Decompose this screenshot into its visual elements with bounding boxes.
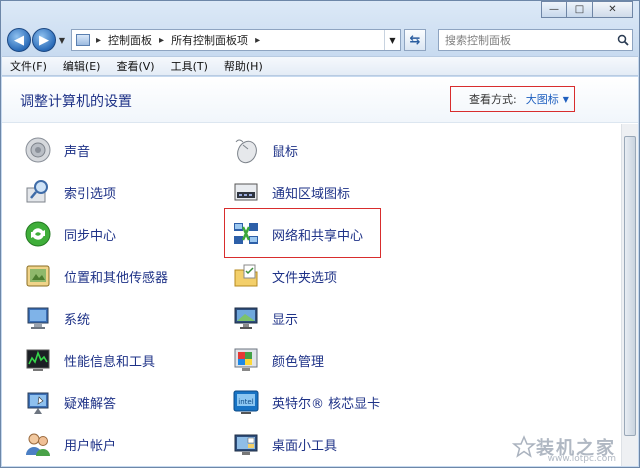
troubleshoot-icon [22,386,54,418]
menu-view[interactable]: 查看(V) [116,58,154,74]
sensor-icon [22,260,54,292]
content-area: 调整计算机的设置 查看方式: 大图标 ▼ 声音 索引选项 同步中心 位置和其他传… [2,77,638,466]
sync-icon [22,218,54,250]
item-label: 位置和其他传感器 [64,270,169,286]
item-notification-icons[interactable]: 通知区域图标 [230,175,350,209]
menu-tools[interactable]: 工具(T) [171,58,208,74]
minimize-button[interactable]: — [541,1,567,18]
folder-options-icon [230,260,262,292]
page-title: 调整计算机的设置 [20,94,132,110]
item-label: 用户帐户 [64,438,117,454]
recent-pages-dropdown[interactable]: ▼ [57,36,67,45]
maximize-button[interactable]: □ [567,1,593,18]
item-label: 鼠标 [272,144,299,160]
search-icon[interactable] [614,34,632,46]
menu-edit[interactable]: 编辑(E) [63,58,101,74]
content-header: 调整计算机的设置 查看方式: 大图标 ▼ [2,77,638,123]
watermark-url: www.lotpc.com [547,454,616,464]
item-indexing-options[interactable]: 索引选项 [22,175,116,209]
chevron-right-icon[interactable]: ▸ [255,35,260,46]
item-performance[interactable]: 性能信息和工具 [22,343,155,377]
refresh-button[interactable]: ⇆ [404,29,426,51]
index-search-icon [22,176,54,208]
mouse-icon [230,134,262,166]
gadgets-icon [230,428,262,460]
item-user-accounts[interactable]: 用户帐户 [22,427,116,461]
item-color-management[interactable]: 颜色管理 [230,343,324,377]
item-mouse[interactable]: 鼠标 [230,133,298,167]
item-intel-graphics[interactable]: intel 英特尔® 核芯显卡 [230,385,380,419]
item-system[interactable]: 系统 [22,301,90,335]
scrollbar-thumb[interactable] [624,136,636,436]
view-by-value[interactable]: 大图标 [526,91,559,107]
item-display[interactable]: 显示 [230,301,298,335]
chevron-right-icon[interactable]: ▸ [96,35,101,46]
caption-buttons: — □ ✕ [541,1,633,18]
watermark: 装机之家 www.lotpc.com [512,434,616,464]
item-desktop-gadgets[interactable]: 桌面小工具 [230,427,337,461]
chevron-down-icon[interactable]: ▼ [563,95,569,104]
svg-text:intel: intel [238,398,253,406]
item-label: 疑难解答 [64,396,117,412]
breadcrumb-all-items[interactable]: 所有控制面板项 [171,32,248,48]
users-icon [22,428,54,460]
star-logo-icon [512,435,536,458]
navigation-bar: ◀ ▶ ▼ ▸ 控制面板 ▸ 所有控制面板项 ▸ ▼ ⇆ 搜索控制面板 [7,27,633,53]
speaker-icon [22,134,54,166]
address-dropdown-icon[interactable]: ▼ [384,30,400,50]
close-button[interactable]: ✕ [593,1,633,18]
item-label: 英特尔® 核芯显卡 [272,396,381,412]
menu-file[interactable]: 文件(F) [10,58,47,74]
item-troubleshooting[interactable]: 疑难解答 [22,385,116,419]
item-label: 索引选项 [64,186,117,202]
search-placeholder: 搜索控制面板 [445,34,511,47]
window-frame: — □ ✕ ◀ ▶ ▼ ▸ 控制面板 ▸ 所有控制面板项 ▸ ▼ ⇆ 搜索控制面… [0,0,640,468]
item-label: 颜色管理 [272,354,325,370]
item-label: 文件夹选项 [272,270,338,286]
address-bar[interactable]: ▸ 控制面板 ▸ 所有控制面板项 ▸ ▼ [71,29,401,51]
computer-icon [22,302,54,334]
item-label: 显示 [272,312,299,328]
chevron-right-icon[interactable]: ▸ [159,35,164,46]
item-label: 桌面小工具 [272,438,338,454]
item-sound[interactable]: 声音 [22,133,90,167]
control-panel-icon [76,34,90,46]
breadcrumb-control-panel[interactable]: 控制面板 [108,32,152,48]
item-label: 声音 [64,144,91,160]
item-sync-center[interactable]: 同步中心 [22,217,116,251]
search-input[interactable]: 搜索控制面板 [438,29,633,51]
notification-area-icon [230,176,262,208]
performance-icon [22,344,54,376]
highlight-box [224,208,381,258]
view-by-label: 查看方式: [469,93,517,106]
vertical-scrollbar[interactable] [621,124,638,466]
view-by-selector[interactable]: 查看方式: 大图标 ▼ [450,86,575,112]
menu-help[interactable]: 帮助(H) [224,58,263,74]
intel-graphics-icon: intel [230,386,262,418]
item-label: 同步中心 [64,228,117,244]
item-location-sensors[interactable]: 位置和其他传感器 [22,259,168,293]
item-label: 通知区域图标 [272,186,351,202]
item-label: 系统 [64,312,91,328]
back-button[interactable]: ◀ [7,28,31,52]
forward-button[interactable]: ▶ [32,28,56,52]
display-icon [230,302,262,334]
color-management-icon [230,344,262,376]
item-label: 性能信息和工具 [64,354,156,370]
menu-bar: 文件(F) 编辑(E) 查看(V) 工具(T) 帮助(H) [2,56,638,76]
item-folder-options[interactable]: 文件夹选项 [230,259,337,293]
